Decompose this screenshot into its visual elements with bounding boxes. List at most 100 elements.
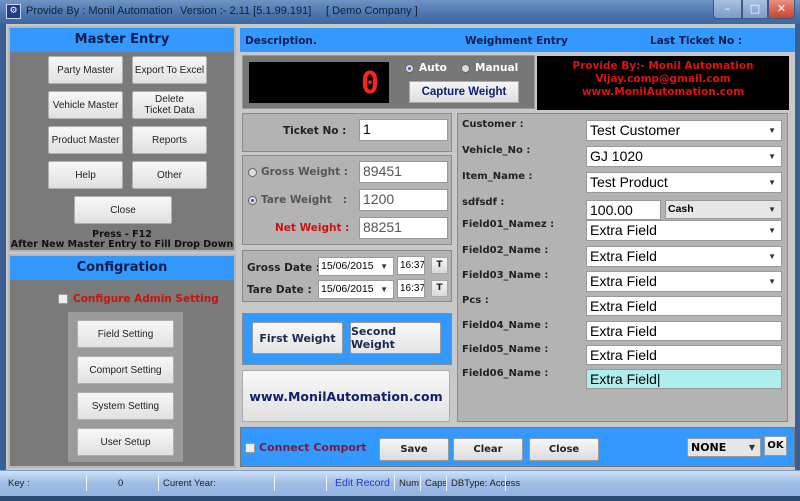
- delete-ticket-data-button[interactable]: Delete Ticket Data: [132, 91, 207, 119]
- user-setup-button[interactable]: User Setup: [77, 428, 174, 456]
- gross-weight-input[interactable]: 89451: [359, 161, 448, 183]
- gross-time-input[interactable]: 16:37: [397, 256, 425, 275]
- field-value: Test Customer: [590, 122, 681, 138]
- master-close-button[interactable]: Close: [74, 196, 172, 224]
- field-setting-button[interactable]: Field Setting: [77, 320, 174, 348]
- app-icon: ⚙: [6, 4, 21, 19]
- tare-weight-label: Tare Weight :: [261, 194, 347, 206]
- promo-provider: Provide By:- Monil Automation: [572, 60, 754, 72]
- chevron-down-icon: ▼: [768, 277, 776, 286]
- chevron-down-icon: ▼: [768, 252, 776, 261]
- configure-admin-setting[interactable]: Configure Admin Setting: [58, 293, 219, 305]
- field-select[interactable]: Test Product ▼: [586, 172, 782, 193]
- comport-select[interactable]: NONE ▼: [687, 438, 761, 457]
- field-select[interactable]: Extra Field ▼: [586, 246, 782, 267]
- field-label: sdfsdf :: [462, 197, 505, 208]
- maximize-button[interactable]: □: [742, 0, 768, 19]
- chevron-down-icon: ▼: [768, 178, 776, 187]
- field-label: Pcs :: [462, 295, 489, 306]
- configuration-title: Configration: [10, 256, 234, 280]
- connect-comport-option[interactable]: Connect Comport: [245, 441, 367, 454]
- current-year-label: Curent Year:: [163, 478, 216, 489]
- minimize-button[interactable]: –: [713, 0, 742, 19]
- product-master-button[interactable]: Product Master: [48, 126, 123, 154]
- promo-website: www.MonilAutomation.com: [581, 86, 745, 98]
- key-label: Key :: [8, 478, 30, 489]
- provider-text: Provide By : Monil Automation: [26, 5, 173, 17]
- manual-radio-icon[interactable]: [461, 63, 470, 73]
- field-value: Extra Field: [590, 298, 657, 314]
- tare-date-picker[interactable]: 15/06/2015 ▼: [318, 280, 394, 299]
- ok-button[interactable]: OK: [764, 436, 787, 456]
- help-button[interactable]: Help: [48, 161, 123, 189]
- tare-time-input[interactable]: 16:37: [397, 279, 425, 298]
- field-label: Field06_Name :: [462, 368, 549, 379]
- field-input[interactable]: Extra Field: [586, 345, 782, 365]
- field-input[interactable]: Extra Field: [586, 296, 782, 316]
- auto-radio-icon[interactable]: [405, 63, 414, 73]
- configure-admin-checkbox[interactable]: [58, 294, 68, 304]
- gross-time-now-button[interactable]: T: [431, 257, 448, 274]
- ticket-panel: Ticket No : 1: [242, 113, 452, 152]
- tare-weight-radio[interactable]: [248, 196, 257, 205]
- dates-panel: Gross Date : 15/06/2015 ▼ 16:37 T Tare D…: [242, 250, 452, 302]
- gross-date-picker[interactable]: 15/06/2015 ▼: [318, 257, 394, 276]
- tare-time-now-button[interactable]: T: [431, 280, 448, 297]
- ticket-no-input[interactable]: 1: [359, 119, 448, 141]
- export-to-excel-button[interactable]: Export To Excel: [132, 56, 207, 84]
- party-master-button[interactable]: Party Master: [48, 56, 123, 84]
- gross-weight-radio[interactable]: [248, 168, 257, 177]
- chevron-down-icon: ▼: [768, 226, 776, 235]
- chevron-down-icon: ▼: [768, 205, 776, 214]
- field-value: Test Product: [590, 174, 668, 190]
- other-button[interactable]: Other: [132, 161, 207, 189]
- fill-dropdown-note: After New Master Entry to Fill Drop Down: [10, 239, 234, 250]
- first-weight-button[interactable]: First Weight: [252, 322, 343, 354]
- status-divider: [446, 475, 447, 491]
- website-button[interactable]: www.MonilAutomation.com: [242, 370, 450, 422]
- caps-lock-status: Caps: [425, 478, 448, 489]
- field-label: Customer :: [462, 119, 524, 130]
- master-entry-panel: Master Entry Party Master Export To Exce…: [8, 26, 236, 252]
- key-value: 0: [118, 478, 124, 489]
- field-label: Item_Name :: [462, 171, 533, 182]
- title-bar: ⚙ Provide By : Monil Automation Version …: [0, 0, 800, 24]
- action-bar: Connect Comport Save Clear Close NONE ▼ …: [240, 427, 795, 467]
- field-input[interactable]: Extra Field: [586, 321, 782, 341]
- net-weight-input[interactable]: 88251: [359, 217, 448, 239]
- configuration-panel: Configration Configure Admin Setting Fie…: [8, 254, 236, 468]
- vehicle-master-button[interactable]: Vehicle Master: [48, 91, 123, 119]
- field-select[interactable]: Test Customer ▼: [586, 120, 782, 141]
- chevron-down-icon: ▼: [768, 152, 776, 161]
- field-select[interactable]: Extra Field ▼: [586, 271, 782, 292]
- mode-auto-radio[interactable]: Auto: [405, 62, 447, 74]
- save-button[interactable]: Save: [379, 438, 449, 461]
- field-select[interactable]: GJ 1020 ▼: [586, 146, 782, 167]
- field-value: Extra Field: [590, 347, 657, 363]
- system-setting-button[interactable]: System Setting: [77, 392, 174, 420]
- configure-admin-label: Configure Admin Setting: [73, 293, 219, 305]
- tare-weight-input[interactable]: 1200: [359, 189, 448, 211]
- tare-date-label: Tare Date :: [247, 284, 312, 296]
- gross-weight-label: Gross Weight :: [261, 166, 348, 178]
- capture-weight-button[interactable]: Capture Weight: [409, 81, 519, 103]
- clear-button[interactable]: Clear: [453, 438, 523, 461]
- status-divider: [158, 475, 159, 491]
- gross-date-value: 15/06/2015: [321, 260, 374, 272]
- mode-manual-radio[interactable]: Manual: [461, 62, 518, 74]
- payment-mode-select[interactable]: Cash ▼: [665, 200, 782, 219]
- status-divider: [420, 475, 421, 491]
- second-weight-button[interactable]: Second Weight: [350, 322, 441, 354]
- chevron-down-icon: ▼: [748, 443, 755, 452]
- amount-input[interactable]: 100.00: [586, 200, 661, 220]
- dbtype-status: DBType: Access: [451, 478, 521, 489]
- comport-setting-button[interactable]: Comport Setting: [77, 356, 174, 384]
- reports-button[interactable]: Reports: [132, 126, 207, 154]
- field-input[interactable]: Extra Field|: [586, 369, 782, 389]
- close-button[interactable]: Close: [529, 438, 599, 461]
- field-select[interactable]: Extra Field ▼: [586, 220, 782, 241]
- close-window-button[interactable]: ✕: [768, 0, 795, 19]
- field-value: Extra Field: [590, 371, 657, 387]
- field-value: Extra Field: [590, 273, 657, 289]
- connect-comport-checkbox[interactable]: [245, 442, 255, 453]
